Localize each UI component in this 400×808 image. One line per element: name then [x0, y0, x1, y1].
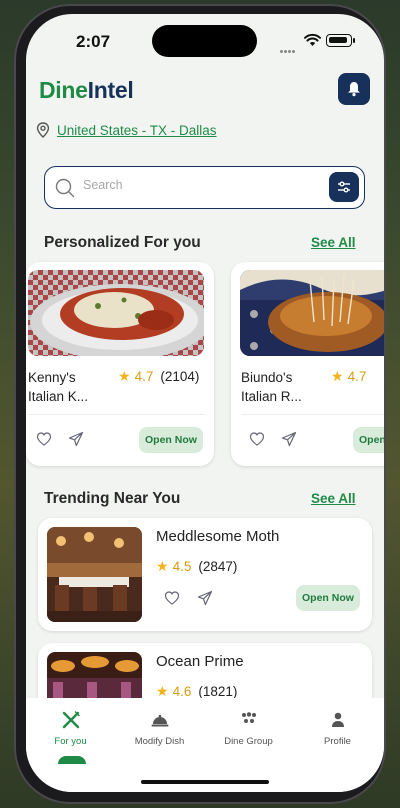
personalized-section-title: Personalized For you [44, 234, 201, 251]
trending-section-title: Trending Near You [44, 490, 181, 507]
restaurant-photo [240, 270, 384, 356]
tab-label: Dine Group [224, 736, 273, 747]
restaurant-rating: ★ 4.5 (2847) [156, 558, 237, 575]
tab-dine-group[interactable]: Dine Group [204, 698, 293, 792]
rating-value: 4.7 [347, 369, 367, 384]
restaurant-card[interactable]: Kenny's Italian K... ★ 4.7 (2104) Open N… [26, 262, 214, 466]
share-icon[interactable] [197, 590, 213, 606]
logo-dine-text: Dine [39, 77, 88, 103]
sliders-icon [338, 181, 350, 193]
status-bar: 2:07 [26, 14, 384, 70]
restaurant-list-item[interactable]: Meddlesome Moth ★ 4.5 (2847) Open Now [38, 518, 372, 631]
tab-for-you[interactable]: For you [26, 698, 115, 792]
tab-profile[interactable]: Profile [293, 698, 382, 792]
home-indicator [141, 780, 269, 784]
rating-value: 4.7 [134, 369, 154, 384]
signal-icon [280, 40, 298, 53]
tab-label: Modify Dish [134, 736, 185, 747]
person-icon [331, 710, 345, 730]
search-input[interactable] [83, 178, 283, 192]
status-time: 2:07 [76, 32, 111, 51]
review-count: (2847) [198, 559, 238, 574]
heart-icon[interactable] [164, 590, 180, 606]
restaurant-name: Ocean Prime [156, 653, 244, 670]
open-now-badge: Open Now [353, 427, 384, 453]
share-icon[interactable] [281, 431, 297, 447]
active-tab-indicator [58, 756, 86, 764]
restaurant-name: Kenny's Italian K... [28, 370, 89, 404]
tab-label: For you [54, 736, 87, 747]
location-pin-icon [36, 122, 50, 138]
tab-modify-dish[interactable]: Modify Dish [115, 698, 204, 792]
app-screen: 2:07 DineIntel United States - TX - Dall… [26, 14, 384, 792]
group-icon [240, 710, 258, 730]
search-icon [55, 178, 75, 198]
review-count: (1821) [198, 684, 238, 699]
tab-label: Profile [324, 736, 351, 747]
star-icon: ★ [156, 558, 169, 574]
rating-value: 4.6 [172, 684, 192, 699]
notifications-button[interactable] [338, 73, 370, 105]
card-divider [241, 414, 384, 415]
restaurant-card[interactable]: Biundo's Italian R... ★ 4.7 Open Now [231, 262, 384, 466]
restaurant-rating: ★ 4.7 (2104) [118, 368, 199, 385]
restaurant-rating: ★ 4.7 [331, 368, 373, 385]
review-count: (2104) [160, 369, 200, 384]
open-now-badge: Open Now [139, 427, 203, 453]
restaurant-photo [47, 527, 142, 622]
star-icon: ★ [118, 368, 131, 384]
star-icon: ★ [331, 368, 344, 384]
trending-see-all-link[interactable]: See All [311, 491, 356, 506]
share-icon[interactable] [68, 431, 84, 447]
restaurant-name: Biundo's Italian R... [241, 370, 302, 404]
dynamic-island [152, 25, 257, 57]
restaurant-photo [28, 270, 204, 356]
battery-icon [326, 34, 355, 47]
restaurant-name: Meddlesome Moth [156, 528, 280, 545]
rating-value: 4.5 [172, 559, 192, 574]
filter-button[interactable] [329, 172, 359, 202]
app-logo: DineIntel [39, 77, 134, 104]
location-selector[interactable]: United States - TX - Dallas [36, 122, 217, 138]
cloche-icon [151, 710, 169, 730]
personalized-see-all-link[interactable]: See All [311, 235, 356, 250]
bell-icon [348, 82, 360, 97]
card-divider [28, 414, 206, 415]
search-bar [44, 166, 365, 209]
bottom-tab-bar: For you Modify Dish Dine Group Profile [26, 698, 384, 792]
open-now-badge: Open Now [296, 585, 360, 611]
fork-knife-icon [61, 710, 81, 730]
heart-icon[interactable] [249, 431, 265, 447]
logo-intel-text: Intel [87, 77, 134, 103]
heart-icon[interactable] [36, 431, 52, 447]
location-text[interactable]: United States - TX - Dallas [57, 123, 217, 138]
wifi-icon [304, 33, 321, 46]
